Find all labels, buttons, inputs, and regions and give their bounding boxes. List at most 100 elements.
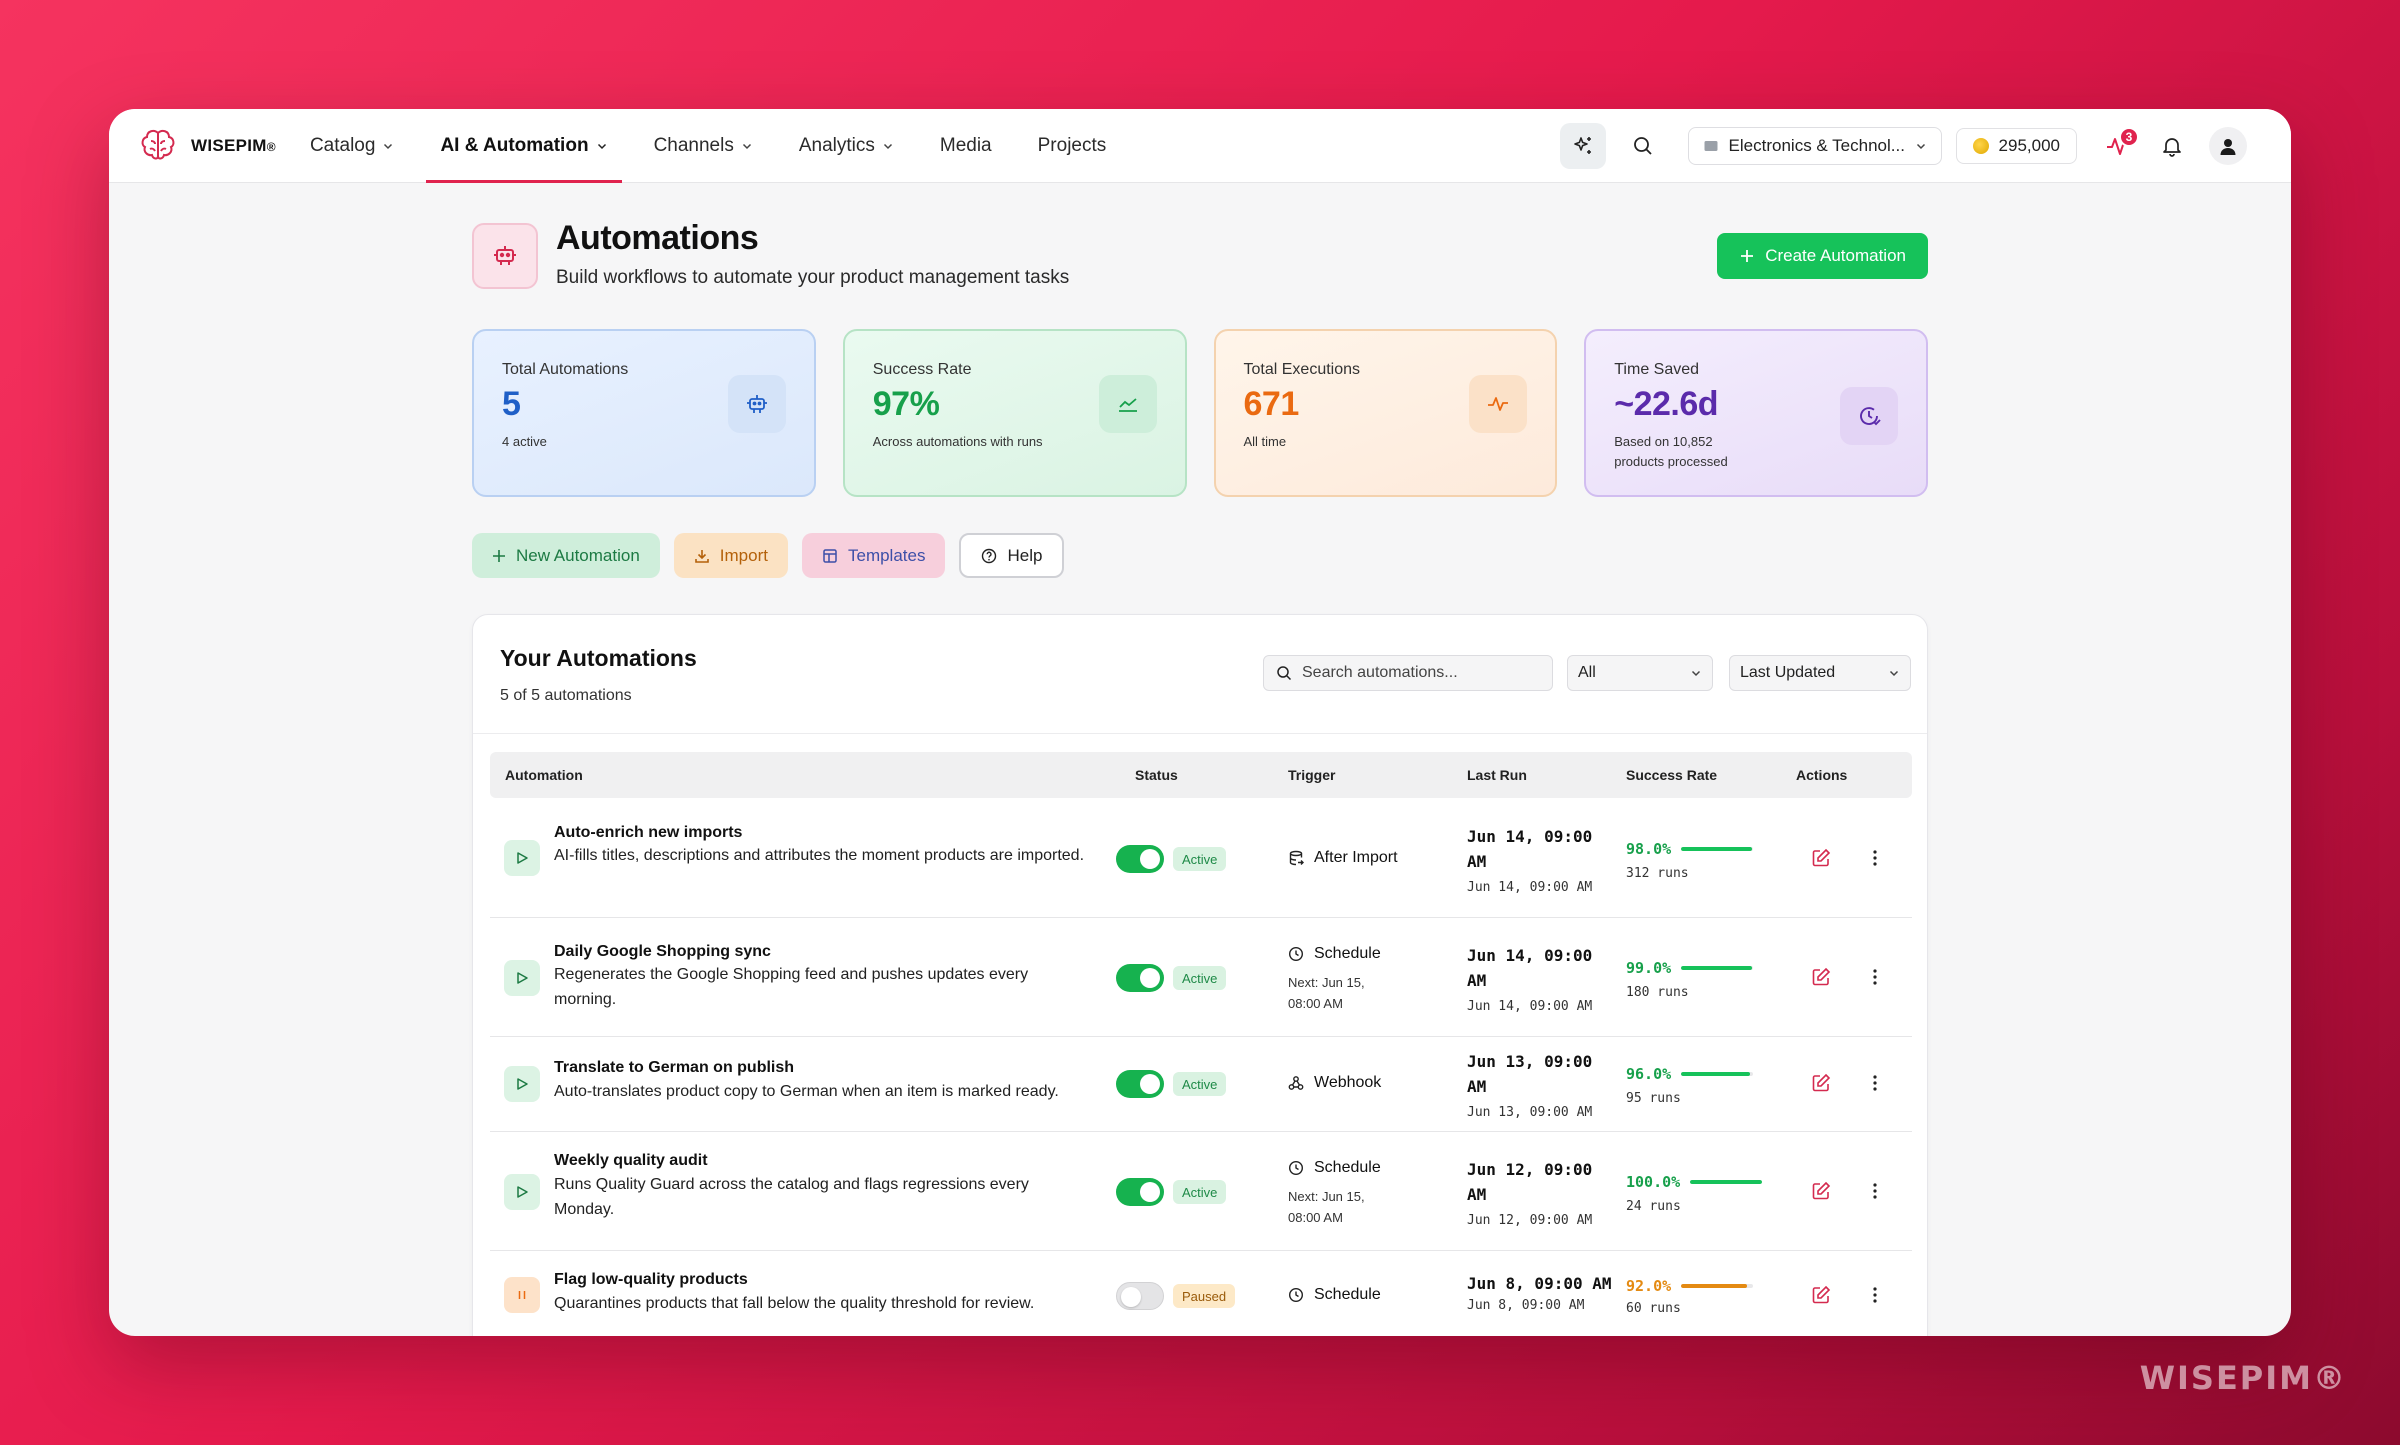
play-icon [517, 852, 528, 864]
column-trigger[interactable]: Trigger [1288, 767, 1335, 783]
nav-projects-label: Projects [1037, 134, 1107, 156]
edit-icon[interactable] [1810, 1072, 1832, 1094]
success-rate-value: 100.0% [1626, 1173, 1681, 1191]
next-run: Next: Jun 15, 08:00 AM [1288, 1189, 1365, 1225]
table-row[interactable]: Weekly quality audit Runs Quality Guard … [490, 1132, 1912, 1251]
brand[interactable]: WISEPIM® [137, 125, 276, 167]
nav-media[interactable]: Media [940, 109, 992, 183]
column-actions: Actions [1796, 767, 1848, 783]
status-badge: Active [1173, 966, 1227, 990]
run-count: 180 runs [1626, 985, 1689, 1000]
success-rate-fill [1681, 1072, 1751, 1076]
new-automation-button[interactable]: New Automation [472, 533, 660, 578]
enable-toggle[interactable] [1116, 1070, 1164, 1098]
edit-icon[interactable] [1810, 1284, 1832, 1306]
stat-success-rate: Success Rate 97% Across automations with… [842, 329, 1187, 497]
success-rate-value: 92.0% [1626, 1277, 1672, 1295]
download-icon [694, 549, 709, 563]
search-box[interactable] [1263, 655, 1553, 691]
column-automation[interactable]: Automation [505, 767, 583, 783]
status-filter-value: All [1578, 664, 1596, 681]
play-icon [517, 1078, 528, 1090]
nav-projects[interactable]: Projects [1038, 109, 1107, 183]
status-badge: Active [1173, 847, 1227, 871]
more-options-icon[interactable] [1864, 966, 1886, 988]
activity-badge: 3 [2119, 127, 2139, 147]
trigger-label: Schedule [1314, 1159, 1381, 1176]
more-options-icon[interactable] [1864, 1180, 1886, 1202]
search-button[interactable] [1620, 123, 1666, 169]
success-rate-value: 98.0% [1626, 840, 1672, 858]
notifications-button[interactable] [2149, 123, 2195, 169]
run-button[interactable] [504, 960, 540, 996]
ai-assistant-button[interactable] [1559, 123, 1606, 169]
nav-ai-automation[interactable]: AI & Automation [426, 109, 622, 183]
activity-pulse-icon [1469, 375, 1528, 433]
page-title: Automations [556, 219, 759, 257]
folder-icon [1704, 141, 1718, 151]
table-row[interactable]: Daily Google Shopping sync Regenerates t… [490, 918, 1912, 1037]
nav-channels[interactable]: Channels [654, 109, 753, 183]
resume-button[interactable] [504, 1277, 540, 1313]
stat-total-automations: Total Automations 5 4 active [472, 329, 816, 497]
search-input[interactable] [1302, 664, 1532, 682]
webhook-icon [1288, 1076, 1304, 1090]
column-status[interactable]: Status [1135, 767, 1178, 783]
import-button[interactable]: Import [673, 533, 788, 578]
table-row[interactable]: Flag low-quality products Quarantines pr… [490, 1251, 1912, 1336]
trigger-label: Webhook [1314, 1074, 1382, 1091]
chevron-down-icon [1691, 670, 1701, 677]
pause-icon [518, 1291, 526, 1299]
brain-logo-icon [141, 129, 175, 159]
success-rate-bar [1690, 1180, 1763, 1184]
activity-button[interactable]: 3 [2095, 123, 2141, 169]
status-filter-select[interactable]: All [1567, 655, 1713, 691]
top-navigation: WISEPIM® Catalog AI & Automation Channel… [109, 109, 2291, 183]
enable-toggle[interactable] [1116, 964, 1164, 992]
last-run-sub: Jun 12, 09:00 AM [1467, 1213, 1593, 1228]
nav-analytics[interactable]: Analytics [799, 109, 894, 183]
table-row[interactable]: Translate to German on publish Auto-tran… [490, 1037, 1912, 1132]
template-icon [823, 548, 837, 563]
table-row[interactable]: Auto-enrich new imports AI-fills titles,… [490, 798, 1912, 918]
column-success-rate[interactable]: Success Rate [1626, 767, 1717, 783]
automation-description: AI-fills titles, descriptions and attrib… [554, 847, 1085, 864]
last-run-sub: Jun 8, 09:00 AM [1467, 1298, 1585, 1313]
help-button[interactable]: Help [959, 533, 1065, 578]
watermark: WISEPIM® [2139, 1359, 2347, 1397]
import-label: Import [719, 545, 768, 565]
brand-name: WISEPIM [191, 135, 267, 155]
run-count: 312 runs [1626, 866, 1689, 881]
more-options-icon[interactable] [1864, 1072, 1886, 1094]
last-run-sub: Jun 13, 09:00 AM [1467, 1105, 1593, 1120]
enable-toggle[interactable] [1116, 1178, 1164, 1206]
nav-catalog[interactable]: Catalog [310, 109, 395, 183]
credits-balance[interactable]: 295,000 [1955, 128, 2077, 164]
edit-icon[interactable] [1810, 966, 1832, 988]
user-avatar[interactable] [2209, 127, 2247, 165]
enable-toggle[interactable] [1116, 1282, 1164, 1310]
more-options-icon[interactable] [1864, 847, 1886, 869]
success-rate-bar [1681, 847, 1754, 851]
next-run: Next: Jun 15, 08:00 AM [1288, 975, 1365, 1011]
sort-select[interactable]: Last Updated [1729, 655, 1911, 691]
run-button[interactable] [504, 840, 540, 876]
bell-icon [2163, 138, 2181, 157]
enable-toggle[interactable] [1116, 845, 1164, 873]
run-button[interactable] [504, 1174, 540, 1210]
templates-button[interactable]: Templates [801, 533, 946, 578]
run-count: 60 runs [1626, 1301, 1681, 1316]
run-button[interactable] [504, 1066, 540, 1102]
chevron-down-icon [742, 143, 751, 149]
create-automation-button[interactable]: Create Automation [1717, 233, 1928, 279]
last-run-sub: Jun 14, 09:00 AM [1467, 999, 1593, 1014]
column-last-run[interactable]: Last Run [1467, 767, 1527, 783]
more-options-icon[interactable] [1864, 1284, 1886, 1306]
success-rate-fill [1681, 1284, 1748, 1288]
status-badge: Active [1173, 1072, 1227, 1096]
nav-ai-automation-label: AI & Automation [440, 134, 589, 156]
page-subtitle: Build workflows to automate your product… [556, 267, 1070, 288]
catalog-selector[interactable]: Electronics & Technol... [1687, 127, 1942, 165]
edit-icon[interactable] [1810, 1180, 1832, 1202]
edit-icon[interactable] [1810, 847, 1832, 869]
